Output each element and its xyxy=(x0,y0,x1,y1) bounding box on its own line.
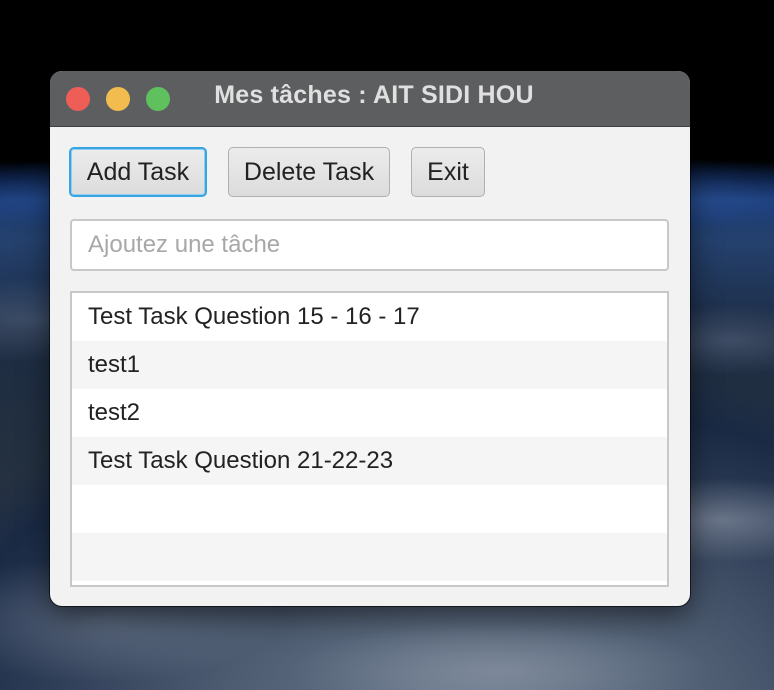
app-window: Mes tâches : AIT SIDI HOU Add Task Delet… xyxy=(50,71,690,606)
list-item[interactable] xyxy=(72,485,667,533)
list-item[interactable]: test2 xyxy=(72,389,667,437)
add-task-button[interactable]: Add Task xyxy=(69,147,207,197)
delete-task-button[interactable]: Delete Task xyxy=(228,147,390,197)
list-item[interactable]: test1 xyxy=(72,341,667,389)
desktop-background: Mes tâches : AIT SIDI HOU Add Task Delet… xyxy=(0,0,774,690)
list-item[interactable]: Test Task Question 21-22-23 xyxy=(72,437,667,485)
window-title: Mes tâches : AIT SIDI HOU xyxy=(214,81,534,109)
task-list[interactable]: Test Task Question 15 - 16 - 17 test1 te… xyxy=(70,291,669,587)
list-item[interactable]: Test Task Question 15 - 16 - 17 xyxy=(72,293,667,341)
list-item[interactable] xyxy=(72,533,667,581)
exit-button[interactable]: Exit xyxy=(411,147,485,197)
title-bar[interactable]: Mes tâches : AIT SIDI HOU xyxy=(50,71,690,127)
task-input[interactable] xyxy=(70,219,669,271)
